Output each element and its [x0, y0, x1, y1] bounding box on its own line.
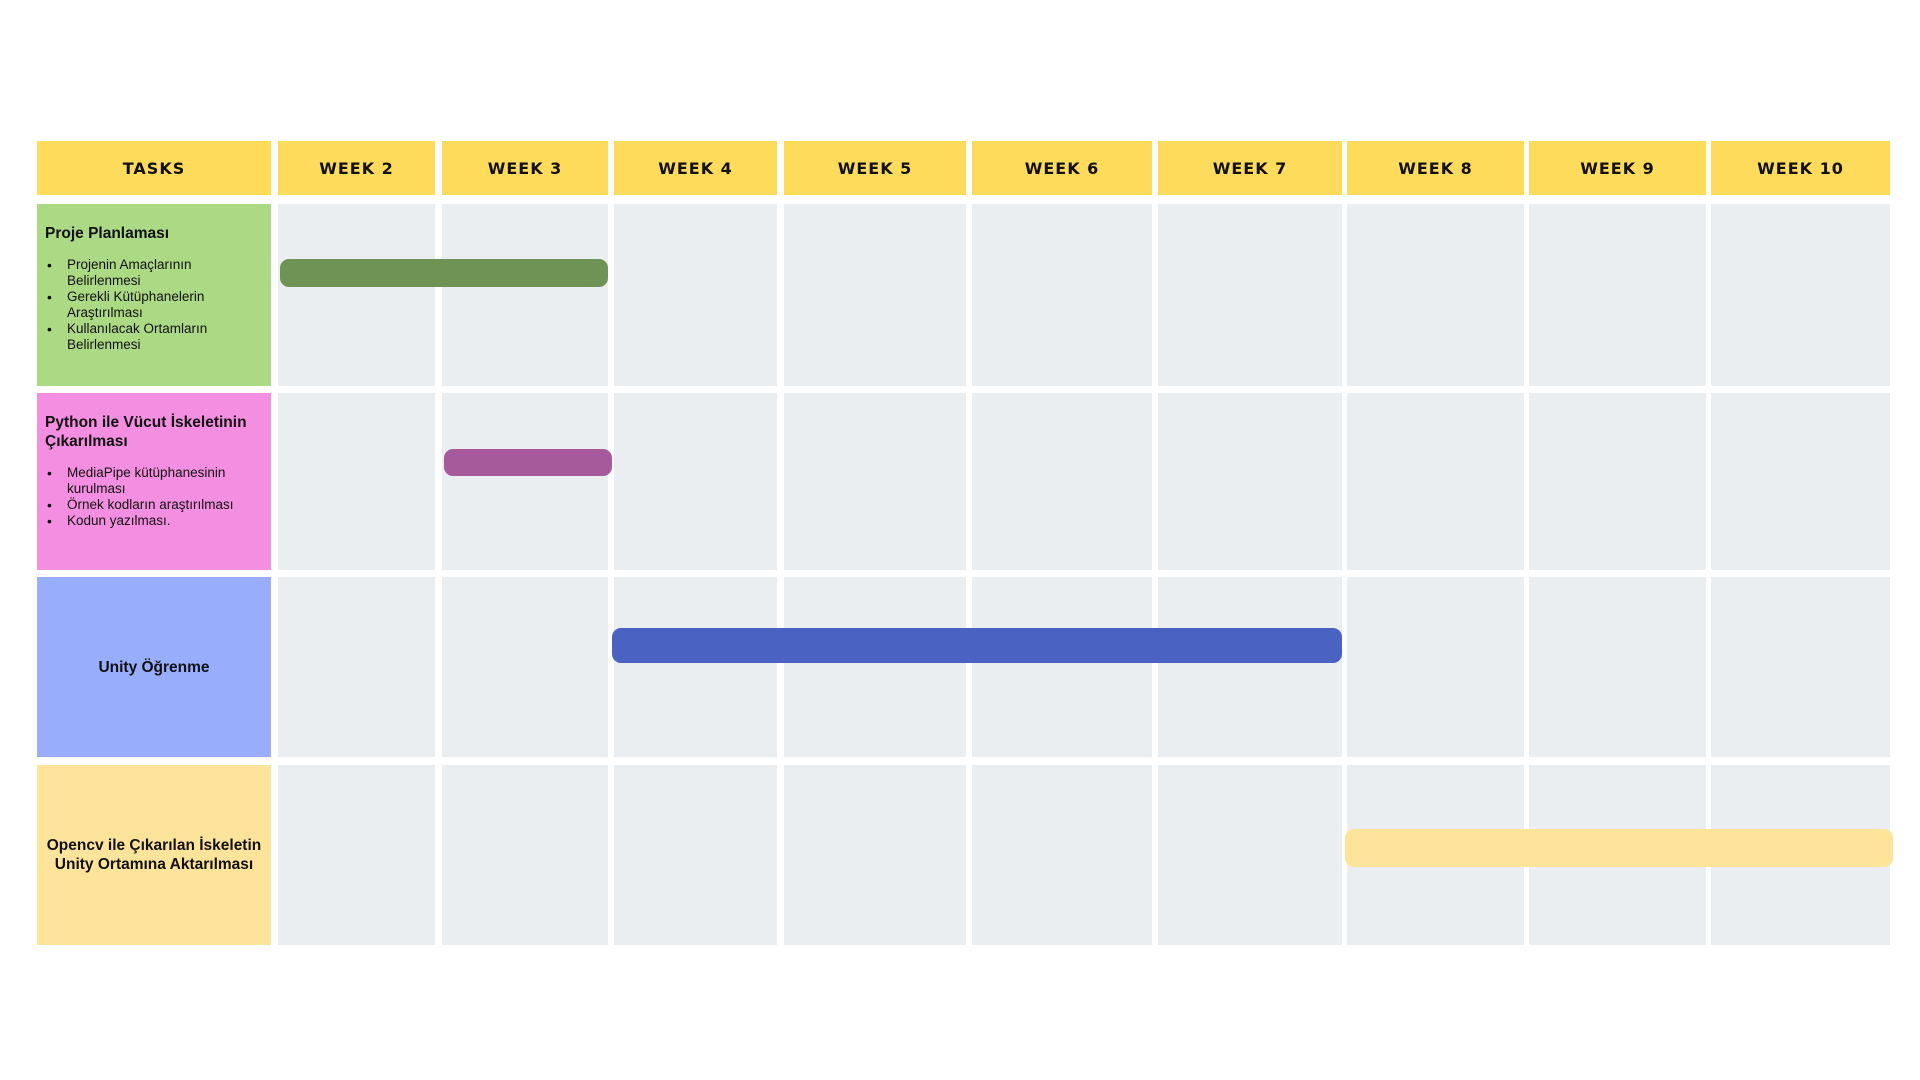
grid-cell	[784, 204, 966, 386]
task-title: Proje Planlaması	[45, 225, 170, 242]
grid-cell	[614, 204, 777, 386]
week-header: WEEK 9	[1529, 141, 1706, 195]
grid-cell	[442, 393, 608, 570]
task-subtask-item: Kullanılacak Ortamların Belirlenmesi	[47, 321, 261, 353]
grid-cell	[614, 765, 777, 945]
task-title: Unity Öğrenme	[98, 658, 210, 676]
grid-cell	[1711, 577, 1890, 757]
grid-cell	[1529, 393, 1706, 570]
week-header: WEEK 5	[784, 141, 966, 195]
task-label-cell: Opencv ile Çıkarılan İskeletin Unity Ort…	[37, 765, 271, 945]
grid-cell	[278, 765, 435, 945]
grid-cell	[784, 577, 966, 757]
grid-cell	[1347, 393, 1524, 570]
grid-cell	[442, 204, 608, 386]
grid-cell	[278, 577, 435, 757]
grid-cell	[278, 393, 435, 570]
task-subtask-list: MediaPipe kütüphanesinin kurulmasıÖrnek …	[45, 465, 261, 529]
grid-cell	[1711, 204, 1890, 386]
task-label-cell: Python ile Vücut İskeletinin Çıkarılması…	[37, 393, 271, 570]
task-subtask-item: Kodun yazılması.	[47, 513, 261, 529]
grid-cell	[1158, 204, 1342, 386]
task-bar[interactable]	[444, 449, 612, 476]
tasks-header: TASKS	[37, 141, 271, 195]
grid-cell	[614, 393, 777, 570]
grid-cell	[278, 204, 435, 386]
week-header: WEEK 8	[1347, 141, 1524, 195]
grid-cell	[972, 765, 1152, 945]
grid-cell	[1158, 577, 1342, 757]
task-label-cell: Proje Planlaması Projenin Amaçlarının Bel…	[37, 204, 271, 386]
grid-cell	[784, 765, 966, 945]
task-subtask-item: Gerekli Kütüphanelerin Araştırılması	[47, 289, 261, 321]
grid-cell	[614, 577, 777, 757]
grid-cell	[1711, 393, 1890, 570]
grid-cell	[1158, 393, 1342, 570]
grid-cell	[1529, 204, 1706, 386]
week-header: WEEK 3	[442, 141, 608, 195]
week-header: WEEK 2	[278, 141, 435, 195]
task-bar[interactable]	[280, 259, 608, 287]
week-header: WEEK 7	[1158, 141, 1342, 195]
task-label-cell: Unity Öğrenme	[37, 577, 271, 757]
task-title: Python ile Vücut İskeletinin Çıkarılması	[45, 414, 247, 450]
task-subtask-item: Projenin Amaçlarının Belirlenmesi	[47, 257, 261, 289]
grid-cell	[972, 577, 1152, 757]
grid-cell	[442, 765, 608, 945]
grid-cell	[1347, 204, 1524, 386]
week-header: WEEK 6	[972, 141, 1152, 195]
grid-cell	[1529, 577, 1706, 757]
grid-cell	[972, 204, 1152, 386]
task-bar[interactable]	[1345, 829, 1893, 867]
grid-cell	[972, 393, 1152, 570]
task-subtask-item: MediaPipe kütüphanesinin kurulması	[47, 465, 261, 497]
task-title: Opencv ile Çıkarılan İskeletin Unity Ort…	[46, 837, 262, 873]
week-header: WEEK 4	[614, 141, 777, 195]
grid-cell	[784, 393, 966, 570]
grid-cell	[442, 577, 608, 757]
task-subtask-item: Örnek kodların araştırılması	[47, 497, 261, 513]
week-header: WEEK 10	[1711, 141, 1890, 195]
task-subtask-list: Projenin Amaçlarının BelirlenmesiGerekli…	[45, 257, 261, 353]
grid-cell	[1158, 765, 1342, 945]
grid-cell	[1347, 577, 1524, 757]
task-bar[interactable]	[612, 628, 1342, 663]
